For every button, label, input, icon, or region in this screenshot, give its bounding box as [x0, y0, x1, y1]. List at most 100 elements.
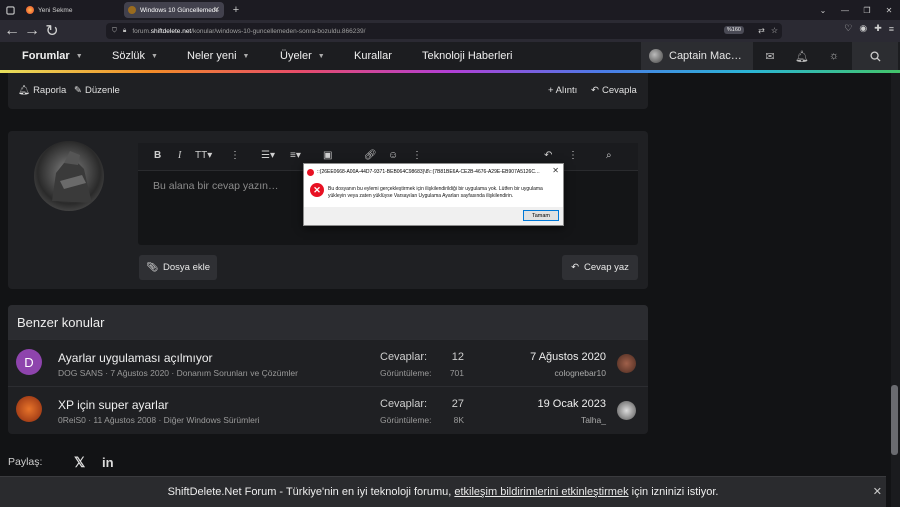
- align-icon[interactable]: ≡▾: [290, 150, 301, 161]
- menu-icon[interactable]: ≡: [889, 24, 894, 34]
- nav-forumlar[interactable]: Forumlar ▼: [22, 50, 83, 62]
- close-icon[interactable]: ✕: [552, 166, 559, 175]
- last-post-date[interactable]: 7 Ağustos 2020: [530, 351, 606, 363]
- chevron-down-icon[interactable]: ▼: [76, 53, 83, 60]
- bold-icon[interactable]: B: [154, 150, 161, 161]
- shield-icon[interactable]: ⛉: [112, 27, 117, 35]
- bookmark-star-icon[interactable]: ☆: [771, 26, 778, 35]
- site-favicon: [128, 6, 136, 14]
- last-post-user[interactable]: Talha_: [581, 415, 606, 425]
- ok-button[interactable]: Tamam: [523, 210, 559, 221]
- avatar[interactable]: [617, 401, 636, 420]
- zoom-badge[interactable]: %160: [723, 26, 744, 34]
- editor-placeholder: Bu alana bir cevap yazın…: [153, 180, 279, 192]
- url-actions: ⇄ ☆: [758, 26, 778, 35]
- error-dialog: ::{26EE0668-A00A-44D7-9371-BEB064C98683}…: [303, 163, 564, 226]
- lightbulb-icon[interactable]: ☼: [818, 50, 850, 62]
- url-text: forum.shiftdelete.net/konular/windows-10…: [132, 28, 365, 35]
- thread-meta: 0ReiS0 · 11 Ağustos 2008 · Diğer Windows…: [58, 415, 260, 425]
- nav-uyeler-label: Üyeler: [280, 50, 312, 62]
- replies-value: 27: [451, 398, 464, 410]
- chevron-down-icon[interactable]: ▼: [318, 53, 325, 60]
- forward-icon[interactable]: →: [24, 22, 40, 39]
- italic-icon[interactable]: I: [178, 150, 181, 161]
- attach-file-button[interactable]: 📎︎ Dosya ekle: [139, 255, 217, 280]
- dialog-message: Bu dosyanın bu eylemi gerçekleştirmek iç…: [328, 186, 543, 199]
- tab-active[interactable]: Windows 10 Güncellemeden Sonra… ✕: [124, 2, 224, 18]
- url-prefix: forum.: [132, 27, 151, 35]
- thread-title[interactable]: XP için super ayarlar: [58, 398, 169, 412]
- list-item[interactable]: D Ayarlar uygulaması açılmıyor DOG SANS …: [8, 339, 648, 386]
- search-icon[interactable]: [852, 42, 898, 70]
- list-icon[interactable]: ☰▾: [261, 150, 275, 161]
- last-post-user[interactable]: colognebar10: [554, 368, 606, 378]
- firefox-icon: [26, 6, 34, 14]
- smiley-icon[interactable]: ☺: [388, 150, 398, 161]
- thread-meta: DOG SANS · 7 Ağustos 2020 · Donanım Soru…: [58, 368, 298, 378]
- thread-title[interactable]: Ayarlar uygulaması açılmıyor: [58, 351, 213, 365]
- error-icon: ✕: [310, 183, 324, 197]
- post-actions: 🔔︎ Raporla ✎ Düzenle + Alıntı ↶ Cevapla: [8, 73, 648, 109]
- nav-sozluk-label: Sözlük: [112, 50, 146, 62]
- paperclip-icon: 📎︎: [145, 262, 159, 273]
- tab-new[interactable]: Yeni Sekme: [22, 2, 122, 18]
- banner-pre: ShiftDelete.Net Forum - Türkiye'nin en i…: [167, 486, 455, 498]
- similar-threads: Benzer konular D Ayarlar uygulaması açıl…: [8, 305, 648, 434]
- image-icon[interactable]: ▣: [323, 150, 332, 161]
- chevron-down-icon[interactable]: ▼: [243, 53, 250, 60]
- pocket-icon[interactable]: ♡: [844, 23, 852, 34]
- close-window-icon[interactable]: ✕: [878, 6, 900, 15]
- dialog-footer: Tamam: [304, 207, 563, 225]
- tab-new-label: Yeni Sekme: [38, 6, 73, 14]
- link-icon[interactable]: 🔗︎: [364, 150, 377, 161]
- reply-button[interactable]: ↶ Cevapla: [591, 85, 637, 96]
- toolbar-right: ♡ ◉ ✚ ≡: [844, 23, 894, 34]
- scrollbar-thumb[interactable]: [891, 385, 898, 455]
- user-menu[interactable]: Captain Mac…: [641, 42, 753, 70]
- tab-overview-icon[interactable]: [0, 0, 20, 20]
- undo-icon[interactable]: ↶: [544, 150, 552, 161]
- submit-reply-button[interactable]: ↶ Cevap yaz: [562, 255, 638, 280]
- back-icon[interactable]: ←: [4, 22, 20, 39]
- nav-neler-yeni[interactable]: Neler yeni ▼: [187, 50, 249, 62]
- nav-uyeler[interactable]: Üyeler ▼: [280, 50, 325, 62]
- more-icon[interactable]: ⋮: [568, 150, 578, 161]
- close-icon[interactable]: ✕: [873, 485, 882, 498]
- more-icon[interactable]: ⋮: [412, 150, 422, 161]
- dialog-title-text: ::{26EE0668-A00A-44D7-9371-BEB064C98683}…: [317, 169, 540, 175]
- inbox-icon[interactable]: ✉: [754, 50, 786, 63]
- linkedin-icon[interactable]: in: [102, 455, 114, 470]
- avatar[interactable]: [617, 354, 636, 373]
- pencil-icon: ✎: [74, 85, 82, 96]
- quote-button[interactable]: + Alıntı: [548, 85, 577, 96]
- x-icon[interactable]: 𝕏: [74, 454, 85, 471]
- lock-icon[interactable]: 🔒︎: [123, 27, 126, 35]
- new-tab-button[interactable]: +: [228, 2, 244, 18]
- bell-icon[interactable]: 🔔︎: [786, 50, 818, 63]
- more-icon[interactable]: ⋮: [230, 150, 240, 161]
- nav-kurallar[interactable]: Kurallar: [354, 50, 392, 62]
- list-item[interactable]: XP için super ayarlar 0ReiS0 · 11 Ağusto…: [8, 386, 648, 433]
- preview-icon[interactable]: ⌕: [606, 150, 612, 161]
- enable-notifications-link[interactable]: etkileşim bildirimlerini etkinleştirmek: [454, 486, 628, 498]
- text-size-icon[interactable]: TT▾: [195, 150, 212, 161]
- nav-sozluk[interactable]: Sözlük ▼: [112, 50, 158, 62]
- maximize-icon[interactable]: ❐: [856, 6, 878, 15]
- reply-icon: ↶: [571, 262, 580, 273]
- chevron-down-icon[interactable]: ▼: [151, 53, 158, 60]
- list-tabs-icon[interactable]: ⌄: [812, 6, 834, 15]
- nav-teknoloji-haberleri[interactable]: Teknoloji Haberleri: [422, 50, 513, 62]
- reload-icon[interactable]: ↻: [44, 23, 60, 40]
- last-post-date[interactable]: 19 Ocak 2023: [538, 398, 607, 410]
- translate-icon[interactable]: ⇄: [758, 26, 765, 35]
- quote-label: + Alıntı: [548, 85, 578, 96]
- extensions-icon[interactable]: ✚: [874, 23, 882, 34]
- url-bar[interactable]: ⛉ 🔒︎ forum.shiftdelete.net/konular/windo…: [106, 23, 782, 39]
- account-icon[interactable]: ◉: [859, 23, 867, 34]
- notification-banner: ShiftDelete.Net Forum - Türkiye'nin en i…: [0, 476, 886, 507]
- nav-forumlar-label: Forumlar: [22, 50, 70, 62]
- report-button[interactable]: 🔔︎ Raporla: [18, 85, 66, 96]
- close-tab-icon[interactable]: ✕: [213, 5, 220, 14]
- edit-button[interactable]: ✎ Düzenle: [74, 85, 120, 96]
- minimize-icon[interactable]: —: [834, 6, 856, 15]
